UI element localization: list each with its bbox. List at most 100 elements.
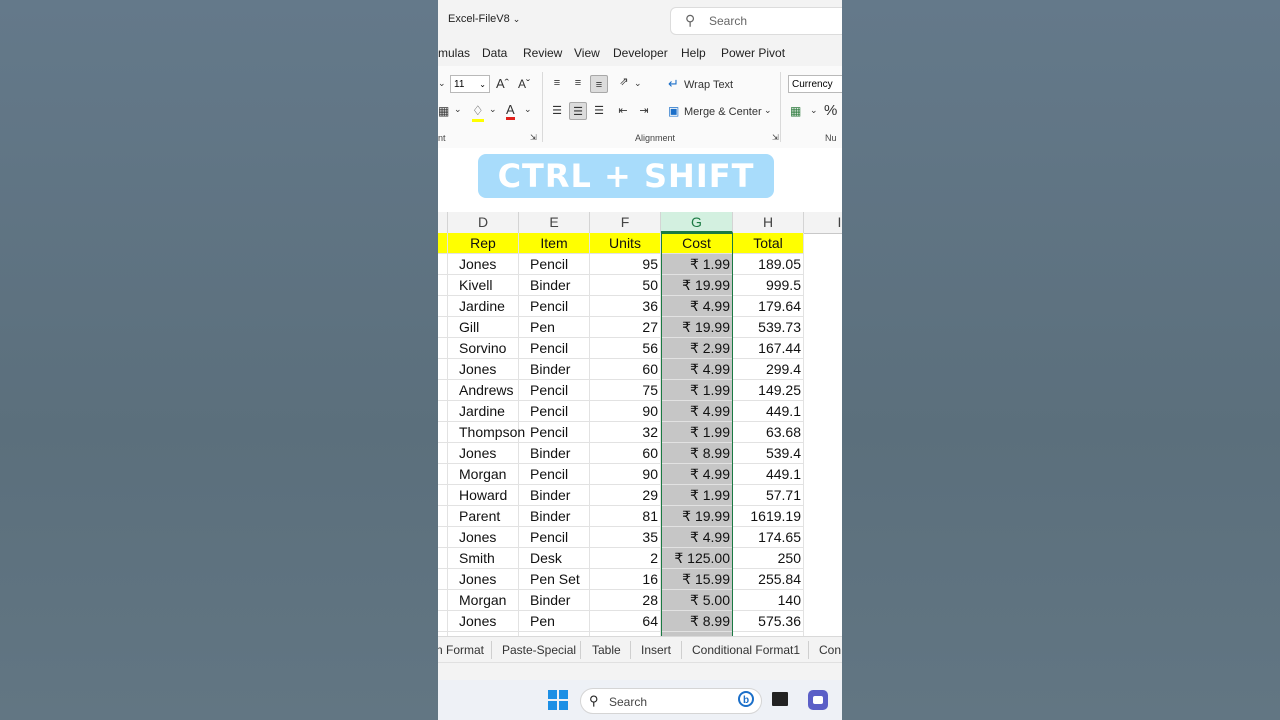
cell-stub[interactable] (438, 611, 448, 632)
decrease-font-icon[interactable]: Aˇ (518, 77, 530, 91)
table-cell[interactable]: 16 (590, 569, 661, 590)
table-cell[interactable]: 1619.19 (733, 506, 804, 527)
table-cell[interactable]: 140 (733, 590, 804, 611)
table-cell[interactable]: Pencil (519, 338, 590, 359)
cell-stub[interactable] (438, 590, 448, 611)
table-cell[interactable]: 57.71 (733, 485, 804, 506)
table-cell[interactable]: 64 (590, 611, 661, 632)
table-cell[interactable]: Desk (519, 548, 590, 569)
cell-stub[interactable] (438, 338, 448, 359)
table-cell[interactable]: Binder (519, 359, 590, 380)
table-cell[interactable]: ₹ 8.99 (661, 443, 733, 464)
table-cell[interactable]: ₹ 1.99 (661, 422, 733, 443)
table-cell[interactable]: 75 (590, 380, 661, 401)
table-cell[interactable]: Kivell (448, 275, 519, 296)
table-cell[interactable]: Morgan (448, 464, 519, 485)
cell-stub[interactable] (438, 527, 448, 548)
merge-center-icon[interactable]: ▣ (668, 104, 679, 118)
table-cell[interactable]: 35 (590, 527, 661, 548)
table-cell[interactable]: ₹ 2.99 (661, 338, 733, 359)
table-cell[interactable]: 255.84 (733, 569, 804, 590)
table-cell[interactable]: ₹ 125.00 (661, 548, 733, 569)
table-cell[interactable]: ₹ 1.99 (661, 380, 733, 401)
search-input[interactable]: ⚲ Search (670, 7, 842, 35)
font-color-icon[interactable]: A (506, 102, 515, 120)
table-cell[interactable]: ₹ 5.00 (661, 590, 733, 611)
table-cell[interactable]: 60 (590, 359, 661, 380)
table-cell[interactable]: 90 (590, 464, 661, 485)
tab-developer[interactable]: Developer (613, 46, 668, 60)
table-cell[interactable]: Jones (448, 569, 519, 590)
table-cell[interactable]: Pencil (519, 401, 590, 422)
header-cell[interactable]: Units (590, 233, 661, 254)
table-cell[interactable]: Smith (448, 548, 519, 569)
wrap-text-button[interactable]: Wrap Text (684, 79, 733, 91)
cell-stub[interactable] (438, 233, 448, 254)
table-cell[interactable]: Pencil (519, 380, 590, 401)
table-cell[interactable]: 167.44 (733, 338, 804, 359)
table-cell[interactable]: 90 (590, 401, 661, 422)
header-cell[interactable]: Total (733, 233, 804, 254)
table-cell[interactable]: Pen Set (519, 569, 590, 590)
windows-start-icon[interactable] (548, 690, 568, 710)
chevron-down-icon[interactable]: ⌄ (764, 105, 772, 116)
table-cell[interactable]: 36 (590, 296, 661, 317)
table-cell[interactable]: ₹ 4.99 (661, 296, 733, 317)
table-cell[interactable]: 575.36 (733, 611, 804, 632)
column-header-g[interactable]: G (661, 212, 733, 233)
table-cell[interactable]: 539.73 (733, 317, 804, 338)
table-cell[interactable]: 27 (590, 317, 661, 338)
table-cell[interactable]: ₹ 8.99 (661, 611, 733, 632)
table-cell[interactable]: Pencil (519, 527, 590, 548)
cell-stub[interactable] (438, 275, 448, 296)
table-cell[interactable]: 63.68 (733, 422, 804, 443)
align-middle-icon[interactable]: ≡ (569, 74, 587, 92)
table-cell[interactable]: ₹ 19.99 (661, 506, 733, 527)
table-cell[interactable]: Pencil (519, 422, 590, 443)
column-header-i[interactable]: I (804, 212, 842, 233)
table-cell[interactable]: ₹ 4.99 (661, 401, 733, 422)
table-cell[interactable]: Morgan (448, 590, 519, 611)
table-cell[interactable]: 32 (590, 422, 661, 443)
decrease-indent-icon[interactable]: ⇤ (614, 102, 632, 120)
table-cell[interactable]: Andrews (448, 380, 519, 401)
table-cell[interactable]: ₹ 15.99 (661, 569, 733, 590)
align-left-icon[interactable]: ☰ (548, 102, 566, 120)
table-cell[interactable]: Pencil (519, 296, 590, 317)
table-cell[interactable]: Sorvino (448, 338, 519, 359)
table-cell[interactable]: 250 (733, 548, 804, 569)
task-view-icon[interactable] (768, 688, 788, 706)
table-cell[interactable]: ₹ 1.99 (661, 485, 733, 506)
sheet-tab-insert[interactable]: Insert (641, 643, 671, 657)
table-cell[interactable]: 60 (590, 443, 661, 464)
sheet-tab-table[interactable]: Table (592, 643, 621, 657)
bing-icon[interactable]: b (738, 691, 754, 707)
table-cell[interactable]: Parent (448, 506, 519, 527)
table-cell[interactable]: Jones (448, 443, 519, 464)
sheet-tab-conditional-format1[interactable]: Conditional Format1 (692, 643, 800, 657)
table-cell[interactable]: Thompson (448, 422, 525, 443)
table-cell[interactable]: 95 (590, 254, 661, 275)
cell-stub[interactable] (438, 422, 448, 443)
increase-indent-icon[interactable]: ⇥ (635, 102, 653, 120)
chevron-down-icon[interactable]: ⌄ (634, 78, 642, 89)
file-name-dropdown[interactable]: Excel-FileV8 ⌄ (448, 13, 520, 25)
table-cell[interactable]: ₹ 19.99 (661, 275, 733, 296)
cell-stub[interactable] (438, 401, 448, 422)
cell-stub[interactable] (438, 359, 448, 380)
header-cell[interactable]: Item (519, 233, 590, 254)
table-cell[interactable]: 174.65 (733, 527, 804, 548)
tab-review[interactable]: Review (523, 46, 562, 60)
table-cell[interactable]: 149.25 (733, 380, 804, 401)
table-cell[interactable]: 449.1 (733, 464, 804, 485)
table-cell[interactable]: Pencil (519, 464, 590, 485)
table-cell[interactable]: 29 (590, 485, 661, 506)
table-cell[interactable]: 81 (590, 506, 661, 527)
sheet-tab-paste-special[interactable]: Paste-Special (502, 643, 576, 657)
table-cell[interactable]: Jones (448, 359, 519, 380)
table-cell[interactable]: Binder (519, 485, 590, 506)
table-cell[interactable]: Howard (448, 485, 519, 506)
fill-color-icon[interactable]: ♢ (472, 103, 484, 122)
cell-stub[interactable] (438, 506, 448, 527)
table-cell[interactable]: Pen (519, 611, 590, 632)
